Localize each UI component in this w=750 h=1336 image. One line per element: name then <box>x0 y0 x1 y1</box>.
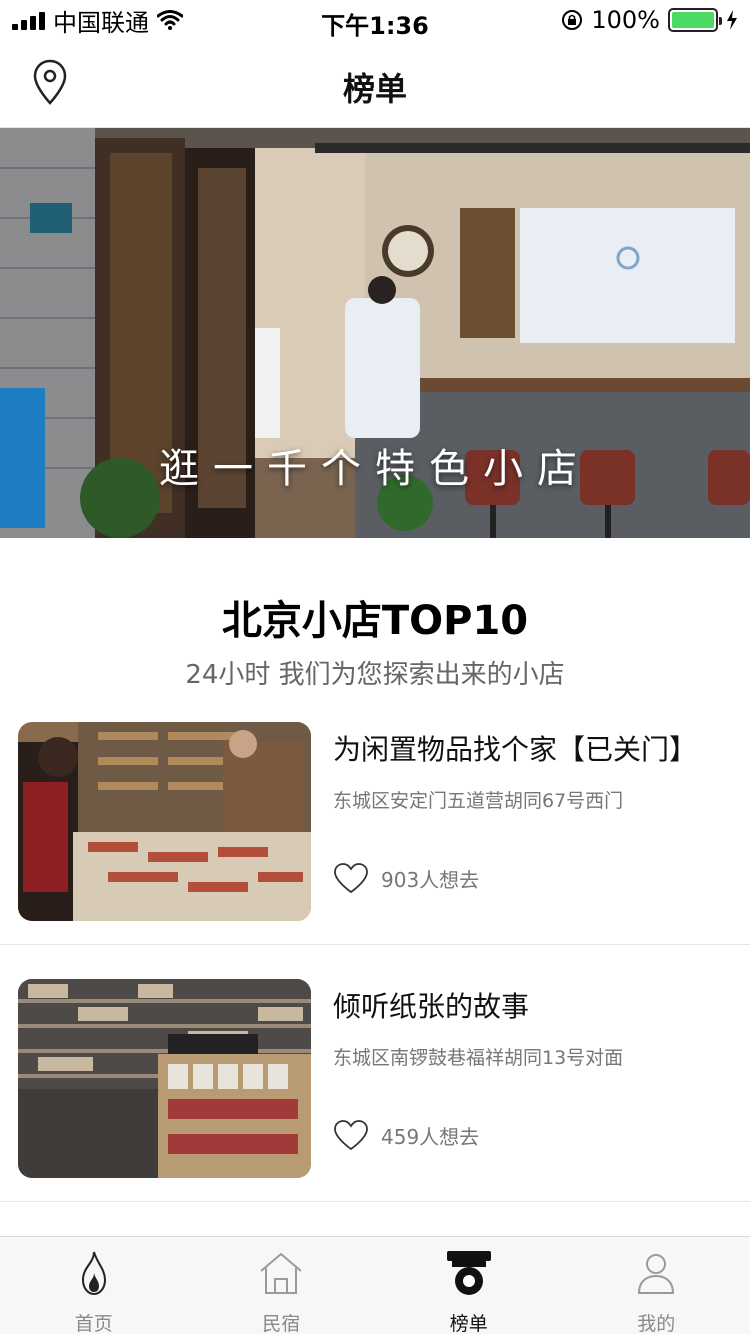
tab-homestay[interactable]: 民宿 <box>188 1237 376 1334</box>
battery-fill <box>672 12 714 28</box>
flame-icon <box>69 1249 119 1297</box>
shop-list-item[interactable]: 倾听纸张的故事 东城区南锣鼓巷福祥胡同13号对面 459人想去 <box>0 979 750 1236</box>
tab-bar: 首页 民宿 榜单 我的 <box>0 1236 750 1334</box>
bookstore-photo <box>18 722 311 921</box>
house-icon <box>256 1249 306 1297</box>
hero-banner[interactable]: 逛一千个特色小店 <box>0 128 750 538</box>
heart-icon[interactable] <box>333 862 369 894</box>
user-icon <box>631 1249 681 1297</box>
tab-label: 榜单 <box>375 1309 563 1336</box>
like-count: 903人想去 <box>381 864 479 893</box>
navigation-bar: 榜单 <box>0 40 750 128</box>
section-title: 北京小店TOP10 <box>0 588 750 646</box>
want-to-go[interactable]: 459人想去 <box>333 1117 479 1153</box>
tab-label: 我的 <box>563 1309 750 1336</box>
tab-ranking[interactable]: 榜单 <box>375 1237 563 1334</box>
section-subtitle: 24小时 我们为您探索出来的小店 <box>0 654 750 691</box>
status-right: 100% <box>561 6 738 34</box>
shop-name: 倾听纸张的故事 <box>333 985 529 1025</box>
page-title: 榜单 <box>0 64 750 110</box>
shop-list-item[interactable]: 为闲置物品找个家【已关门】 东城区安定门五道营胡同67号西门 903人想去 <box>0 722 750 979</box>
tab-label: 民宿 <box>188 1309 376 1336</box>
want-to-go[interactable]: 903人想去 <box>333 860 479 896</box>
shop-address: 东城区南锣鼓巷福祥胡同13号对面 <box>333 1043 623 1070</box>
rotation-lock-icon <box>561 9 583 31</box>
charging-bolt-icon <box>726 10 738 30</box>
shop-thumbnail <box>18 722 311 921</box>
battery-icon <box>668 8 718 32</box>
tab-profile[interactable]: 我的 <box>563 1237 750 1334</box>
divider <box>0 1201 750 1202</box>
shop-name: 为闲置物品找个家【已关门】 <box>333 728 697 768</box>
rank-board-icon <box>444 1249 494 1297</box>
shop-thumbnail <box>18 979 311 1178</box>
hero-caption: 逛一千个特色小店 <box>0 436 750 494</box>
shop-address: 东城区安定门五道营胡同67号西门 <box>333 786 623 813</box>
tab-home[interactable]: 首页 <box>0 1237 188 1334</box>
bookshelf-photo <box>18 979 311 1178</box>
tab-label: 首页 <box>0 1309 188 1336</box>
divider <box>0 944 750 945</box>
like-count: 459人想去 <box>381 1121 479 1150</box>
heart-icon[interactable] <box>333 1119 369 1151</box>
battery-percent: 100% <box>591 6 660 34</box>
status-bar: 中国联通 下午1:36 100% <box>0 0 750 40</box>
